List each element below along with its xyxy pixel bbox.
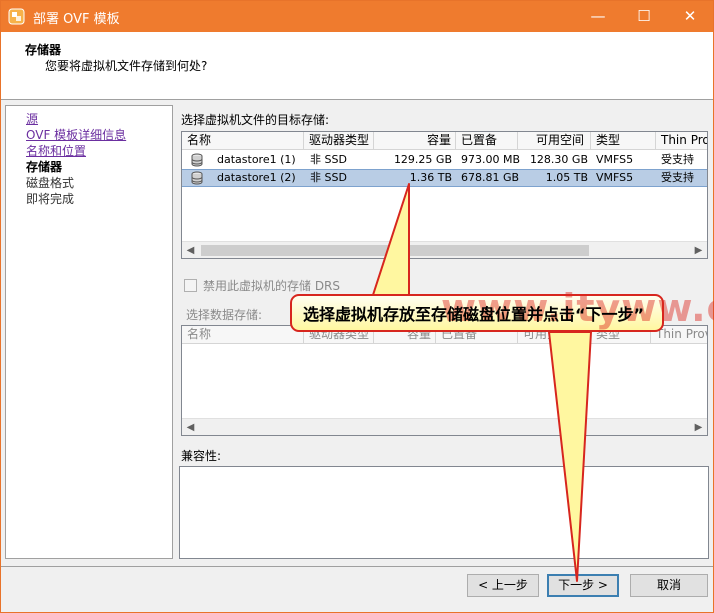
cell-drive-type: 非 SSD xyxy=(310,171,347,184)
col-name: 名称 xyxy=(182,326,304,344)
scroll-right-icon[interactable]: ▶ xyxy=(690,419,707,435)
col-thin-prov[interactable]: Thin Prov xyxy=(656,132,707,150)
vsphere-app-icon xyxy=(8,8,25,25)
wizard-steps-nav: 源 OVF 模板详细信息 名称和位置 存储器 磁盘格式 即将完成 xyxy=(5,105,173,559)
deploy-ovf-window: 部署 OVF 模板 — ☐ ✕ 存储器 您要将虚拟机文件存储到何处? 源 OVF… xyxy=(0,0,714,613)
scroll-left-icon[interactable]: ◀ xyxy=(182,242,199,258)
cell-type: VMFS5 xyxy=(596,171,634,184)
datastore-icon xyxy=(191,153,203,167)
cell-thin-prov: 受支持 xyxy=(661,153,694,166)
target-storage-table: 名称 驱动器类型 容量 已置备 可用空间 类型 Thin Prov datast… xyxy=(181,131,708,259)
disable-storage-drs-checkbox[interactable]: 禁用此虚拟机的存储 DRS xyxy=(184,277,340,294)
cell-provisioned: 678.81 GB xyxy=(461,171,520,184)
scrollbar-thumb[interactable] xyxy=(201,245,589,256)
footer-divider xyxy=(1,566,713,567)
page-subtitle: 您要将虚拟机文件存储到何处? xyxy=(45,59,208,73)
datastore-icon xyxy=(191,171,203,185)
window-title: 部署 OVF 模板 xyxy=(33,12,120,27)
callout-text: 选择虚拟机存放至存储磁盘位置并点击“下一步” xyxy=(303,305,645,324)
step-disk-format: 磁盘格式 xyxy=(26,176,75,190)
maximize-button[interactable]: ☐ xyxy=(621,1,667,32)
col-type[interactable]: 类型 xyxy=(591,132,656,150)
back-button[interactable]: < 上一步 xyxy=(467,574,539,597)
table-row[interactable]: datastore1 (1) 非 SSD 129.25 GB 973.00 MB… xyxy=(182,151,707,169)
table-row-selected[interactable]: datastore1 (2) 非 SSD 1.36 TB 678.81 GB 1… xyxy=(182,169,707,187)
table-header: 名称 驱动器类型 容量 已置备 可用空间 类型 Thin Prov xyxy=(182,132,707,150)
scroll-left-icon[interactable]: ◀ xyxy=(182,419,199,435)
minimize-button[interactable]: — xyxy=(575,1,621,32)
compatibility-label: 兼容性: xyxy=(181,449,222,463)
select-datastore-label: 选择数据存储: xyxy=(186,308,263,322)
close-button[interactable]: ✕ xyxy=(667,1,713,32)
wizard-header: 存储器 您要将虚拟机文件存储到何处? xyxy=(1,32,713,100)
cancel-button[interactable]: 取消 xyxy=(630,574,708,597)
col-drive-type[interactable]: 驱动器类型 xyxy=(304,132,374,150)
cell-capacity: 1.36 TB xyxy=(409,171,452,184)
col-capacity[interactable]: 容量 xyxy=(374,132,456,150)
step-source[interactable]: 源 xyxy=(26,110,38,127)
col-name[interactable]: 名称 xyxy=(182,132,304,150)
step-ovf-details[interactable]: OVF 模板详细信息 xyxy=(26,126,126,143)
col-provisioned[interactable]: 已置备 xyxy=(456,132,518,150)
cell-provisioned: 973.00 MB xyxy=(461,153,521,166)
datastore-table: 名称 驱动器类型 容量 已置备 可用空间 类型 Thin Provi ◀ ▶ xyxy=(181,325,708,436)
horizontal-scrollbar[interactable]: ◀ ▶ xyxy=(182,418,707,435)
compatibility-box xyxy=(179,466,709,559)
drs-label: 禁用此虚拟机的存储 DRS xyxy=(203,279,341,293)
scroll-right-icon[interactable]: ▶ xyxy=(690,242,707,258)
cell-capacity: 129.25 GB xyxy=(393,153,452,166)
col-free-space[interactable]: 可用空间 xyxy=(518,132,591,150)
target-storage-label: 选择虚拟机文件的目标存储: xyxy=(181,113,330,127)
cell-name: datastore1 (1) xyxy=(217,153,296,166)
page-title: 存储器 xyxy=(25,43,62,57)
step-storage: 存储器 xyxy=(26,160,63,174)
step-ready: 即将完成 xyxy=(26,192,75,206)
step-name-location[interactable]: 名称和位置 xyxy=(26,142,86,159)
horizontal-scrollbar[interactable]: ◀ ▶ xyxy=(182,241,707,258)
cell-drive-type: 非 SSD xyxy=(310,153,347,166)
title-bar[interactable]: 部署 OVF 模板 — ☐ ✕ xyxy=(1,1,713,32)
cell-free-space: 128.30 GB xyxy=(529,153,588,166)
cell-type: VMFS5 xyxy=(596,153,634,166)
cell-free-space: 1.05 TB xyxy=(545,171,588,184)
checkbox-box[interactable] xyxy=(184,279,197,292)
next-button[interactable]: 下一步 > xyxy=(547,574,619,597)
cell-thin-prov: 受支持 xyxy=(661,171,694,184)
cell-name: datastore1 (2) xyxy=(217,171,296,184)
